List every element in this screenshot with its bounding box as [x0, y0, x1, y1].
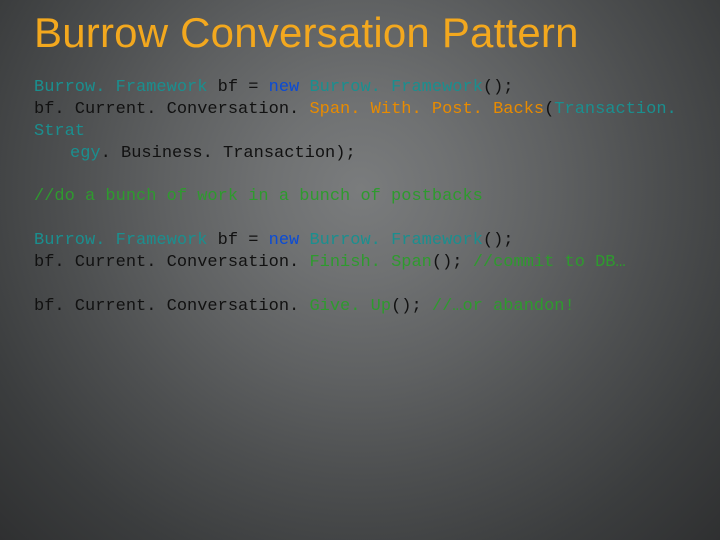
code-line: bf. Current. Conversation. Give. Up(); /… — [34, 296, 686, 318]
code-line: Burrow. Framework bf = new Burrow. Frame… — [34, 77, 686, 99]
code-text: bf. Current. Conversation. — [34, 100, 309, 119]
slide: Burrow Conversation Pattern Burrow. Fram… — [0, 0, 720, 540]
code-keyword: new — [269, 78, 300, 97]
code-text: . Business. Transaction); — [101, 144, 356, 163]
code-block: Burrow. Framework bf = new Burrow. Frame… — [34, 77, 686, 317]
blank-line — [34, 274, 686, 296]
code-text: (); — [391, 297, 432, 316]
slide-title: Burrow Conversation Pattern — [34, 10, 686, 55]
code-comment: //commit to DB… — [473, 253, 626, 272]
code-text: bf. Current. Conversation. — [34, 297, 309, 316]
blank-line — [34, 164, 686, 186]
code-text: bf. Current. Conversation. — [34, 253, 309, 272]
code-text: ( — [544, 100, 554, 119]
code-text: (); — [483, 231, 514, 250]
code-method: Finish. Span — [309, 253, 431, 272]
code-line: egy. Business. Transaction); — [34, 143, 686, 165]
code-type: Burrow. Framework — [299, 231, 483, 250]
code-comment: //…or abandon! — [432, 297, 575, 316]
code-method: Span. With. Post. Backs — [309, 100, 544, 119]
code-type: Burrow. Framework — [299, 78, 483, 97]
code-comment: //do a bunch of work in a bunch of postb… — [34, 186, 686, 208]
code-keyword: new — [269, 231, 300, 250]
code-text: (); — [432, 253, 473, 272]
code-type: Burrow. Framework — [34, 231, 207, 250]
blank-line — [34, 208, 686, 230]
code-text: bf = — [207, 78, 268, 97]
code-line: bf. Current. Conversation. Finish. Span(… — [34, 252, 686, 274]
code-type: egy — [70, 144, 101, 163]
code-line: Burrow. Framework bf = new Burrow. Frame… — [34, 230, 686, 252]
code-method: Give. Up — [309, 297, 391, 316]
code-text: (); — [483, 78, 514, 97]
code-line: bf. Current. Conversation. Span. With. P… — [34, 99, 686, 143]
code-text: bf = — [207, 231, 268, 250]
code-type: Burrow. Framework — [34, 78, 207, 97]
